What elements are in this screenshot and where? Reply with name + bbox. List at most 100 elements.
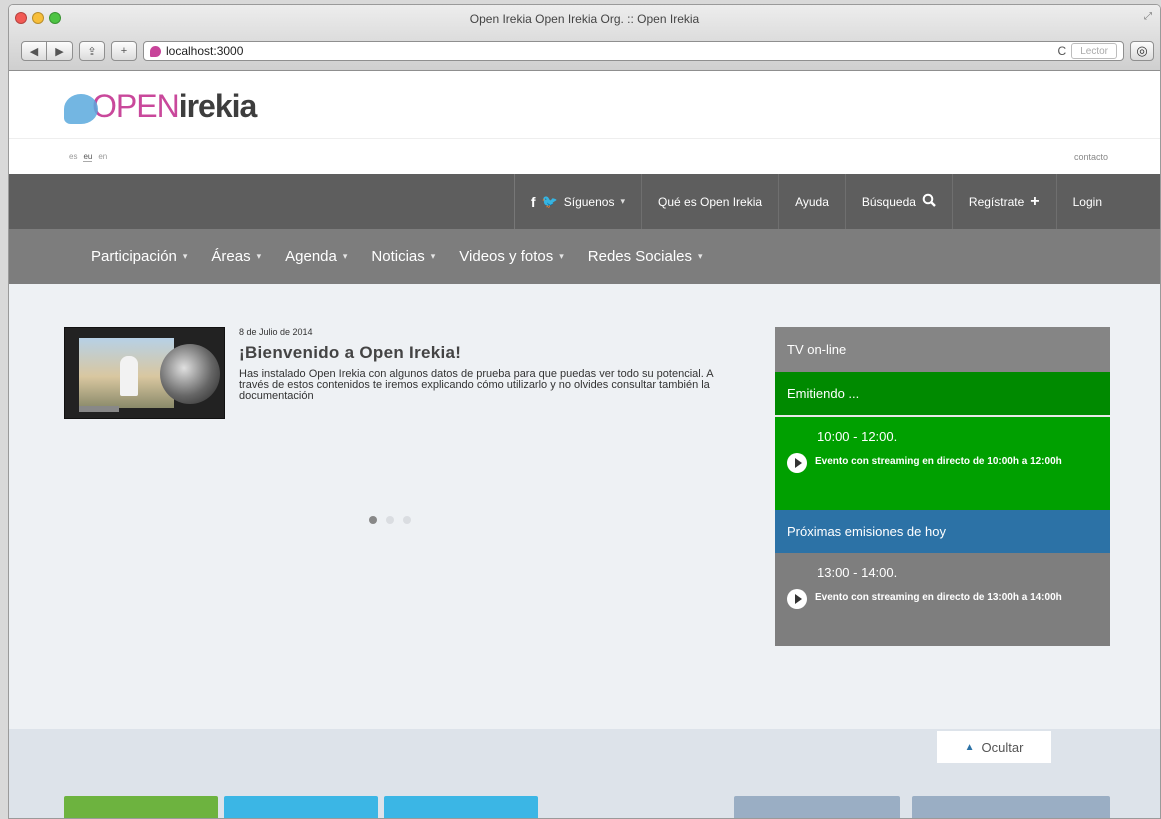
new-tab-plus-icon[interactable]: +: [111, 41, 137, 61]
nav-videos-fotos[interactable]: Videos y fotos ▾: [447, 248, 575, 265]
lang-en[interactable]: en: [98, 152, 107, 162]
upcoming-broadcast[interactable]: 13:00 - 14:00. Evento con streaming en d…: [775, 553, 1110, 646]
upcoming-header: Próximas emisiones de hoy: [775, 510, 1110, 553]
chevron-up-icon: ▲: [964, 741, 975, 753]
follow-us-menu[interactable]: f 🐦 Síguenos ▾: [513, 174, 641, 229]
site-favicon-icon: [150, 45, 161, 57]
tile-slate-1[interactable]: [734, 796, 900, 818]
current-broadcast-row: Evento con streaming en directo de 10:00…: [787, 452, 1100, 473]
chevron-down-icon: ▾: [620, 196, 625, 206]
section-tiles: [64, 796, 1160, 818]
slide-text: 8 de Julio de 2014 ¡Bienvenido a Open Ir…: [239, 327, 759, 402]
help-label: Ayuda: [795, 194, 829, 209]
reload-icon[interactable]: C: [1058, 44, 1067, 58]
speech-bubble-icon: [64, 93, 98, 124]
chevron-down-icon: ▾: [559, 251, 564, 261]
follow-us-label: Síguenos: [563, 194, 615, 209]
lang-eu[interactable]: eu: [83, 152, 93, 162]
chevron-down-icon: ▾: [430, 251, 436, 261]
main-content: 8 de Julio de 2014 ¡Bienvenido a Open Ir…: [9, 284, 1160, 729]
nav-label: Agenda: [285, 248, 337, 265]
forward-arrow-icon[interactable]: ▶: [47, 41, 73, 61]
web-page: OPEN irekia es eu en contacto f 🐦 Síguen…: [9, 72, 1160, 818]
browser-titlebar: Open Irekia Open Irekia Org. :: Open Ire…: [9, 5, 1160, 71]
thumbnail-caption-bar: [79, 406, 119, 412]
history-buttons: ◀ ▶: [21, 41, 73, 61]
globe-graphic: [160, 344, 220, 404]
upcoming-broadcast-title[interactable]: Evento con streaming en directo de 13:00…: [815, 588, 1062, 608]
help-link[interactable]: Ayuda: [778, 174, 845, 229]
tile-cyan-1[interactable]: [224, 796, 378, 818]
slider-dot-1[interactable]: [369, 516, 377, 524]
login-label: Login: [1072, 194, 1102, 209]
contact-link[interactable]: contacto: [1074, 152, 1108, 162]
play-icon[interactable]: [787, 589, 807, 609]
plus-icon: +: [1030, 192, 1040, 210]
login-link[interactable]: Login: [1055, 174, 1118, 229]
nav-redes-sociales[interactable]: Redes Sociales ▾: [576, 248, 715, 265]
hide-label: Ocultar: [981, 739, 1024, 755]
site-header: OPEN irekia: [9, 72, 1160, 138]
tile-green[interactable]: [64, 796, 218, 818]
reader-button[interactable]: Lector: [1071, 43, 1117, 59]
what-is-link[interactable]: Qué es Open Irekia: [641, 174, 778, 229]
search-icon: [922, 193, 936, 210]
nav-label: Áreas: [211, 248, 251, 265]
utility-bar: es eu en contacto: [9, 138, 1160, 174]
nav-participacion[interactable]: Participación ▾: [79, 248, 199, 265]
register-label: Regístrate: [968, 194, 1025, 209]
facebook-icon: f: [530, 193, 536, 210]
current-broadcast-title[interactable]: Evento con streaming en directo de 10:00…: [815, 452, 1062, 472]
logo-irekia-text: irekia: [178, 88, 258, 124]
current-broadcast[interactable]: 10:00 - 12:00. Evento con streaming en d…: [775, 417, 1110, 510]
url-text: localhost:3000: [166, 44, 244, 58]
nav-label: Participación: [91, 248, 177, 265]
slide-date: 8 de Julio de 2014: [239, 327, 313, 337]
slider-dot-2[interactable]: [386, 516, 394, 524]
slider-pagination: [369, 516, 411, 524]
nav-agenda[interactable]: Agenda ▾: [273, 248, 359, 265]
nav-areas[interactable]: Áreas ▾: [199, 248, 273, 265]
search-link[interactable]: Búsqueda: [844, 174, 952, 229]
nav-label: Noticias: [371, 248, 425, 265]
language-switcher: es eu en: [69, 152, 107, 162]
on-air-header: Emitiendo ...: [775, 372, 1110, 417]
chevron-down-icon: ▾: [256, 251, 262, 261]
logo-open-text: OPEN: [92, 88, 180, 124]
thumbnail-person: [120, 356, 138, 396]
fullscreen-icon[interactable]: ⤢: [1144, 11, 1152, 22]
tv-online-widget: TV on-line Emitiendo ... 10:00 - 12:00. …: [775, 327, 1110, 646]
nav-label: Videos y fotos: [459, 248, 554, 265]
nav-label: Redes Sociales: [587, 248, 692, 265]
site-logo[interactable]: OPEN irekia: [64, 88, 258, 125]
search-label: Búsqueda: [861, 194, 916, 209]
lower-section: ▲ Ocultar: [9, 729, 1160, 818]
share-icon[interactable]: ⇪: [79, 41, 105, 61]
browser-toolbar: ◀ ▶ ⇪ + localhost:3000 C Lector ◎: [21, 39, 1154, 63]
slide-video-thumbnail[interactable]: [64, 327, 225, 419]
slide-title[interactable]: ¡Bienvenido a Open Irekia!: [239, 343, 759, 363]
lang-es[interactable]: es: [69, 152, 77, 162]
browser-window: Open Irekia Open Irekia Org. :: Open Ire…: [8, 4, 1161, 819]
downloads-icon[interactable]: ◎: [1130, 41, 1154, 61]
tv-online-header[interactable]: TV on-line: [775, 327, 1110, 372]
upcoming-broadcast-time: 13:00 - 14:00.: [817, 565, 898, 580]
window-title: Open Irekia Open Irekia Org. :: Open Ire…: [469, 12, 700, 26]
tile-slate-2[interactable]: [912, 796, 1110, 818]
slider-dot-3[interactable]: [403, 516, 411, 524]
address-bar[interactable]: localhost:3000 C Lector: [143, 41, 1124, 61]
back-arrow-icon[interactable]: ◀: [21, 41, 47, 61]
nav-noticias[interactable]: Noticias ▾: [359, 248, 447, 265]
upcoming-broadcast-row: Evento con streaming en directo de 13:00…: [787, 588, 1100, 609]
chevron-down-icon: ▾: [342, 251, 348, 261]
what-is-label: Qué es Open Irekia: [658, 194, 763, 209]
slide-body: Has instalado Open Irekia con algunos da…: [239, 368, 713, 402]
tile-cyan-2[interactable]: [384, 796, 538, 818]
chevron-down-icon: ▾: [182, 251, 188, 261]
register-link[interactable]: Regístrate +: [951, 174, 1056, 229]
hide-button[interactable]: ▲ Ocultar: [937, 731, 1051, 763]
current-broadcast-time: 10:00 - 12:00.: [817, 429, 898, 444]
top-navigation: f 🐦 Síguenos ▾ Qué es Open Irekia Ayuda …: [9, 174, 1160, 229]
twitter-icon: 🐦: [541, 193, 558, 209]
play-icon[interactable]: [787, 453, 807, 473]
